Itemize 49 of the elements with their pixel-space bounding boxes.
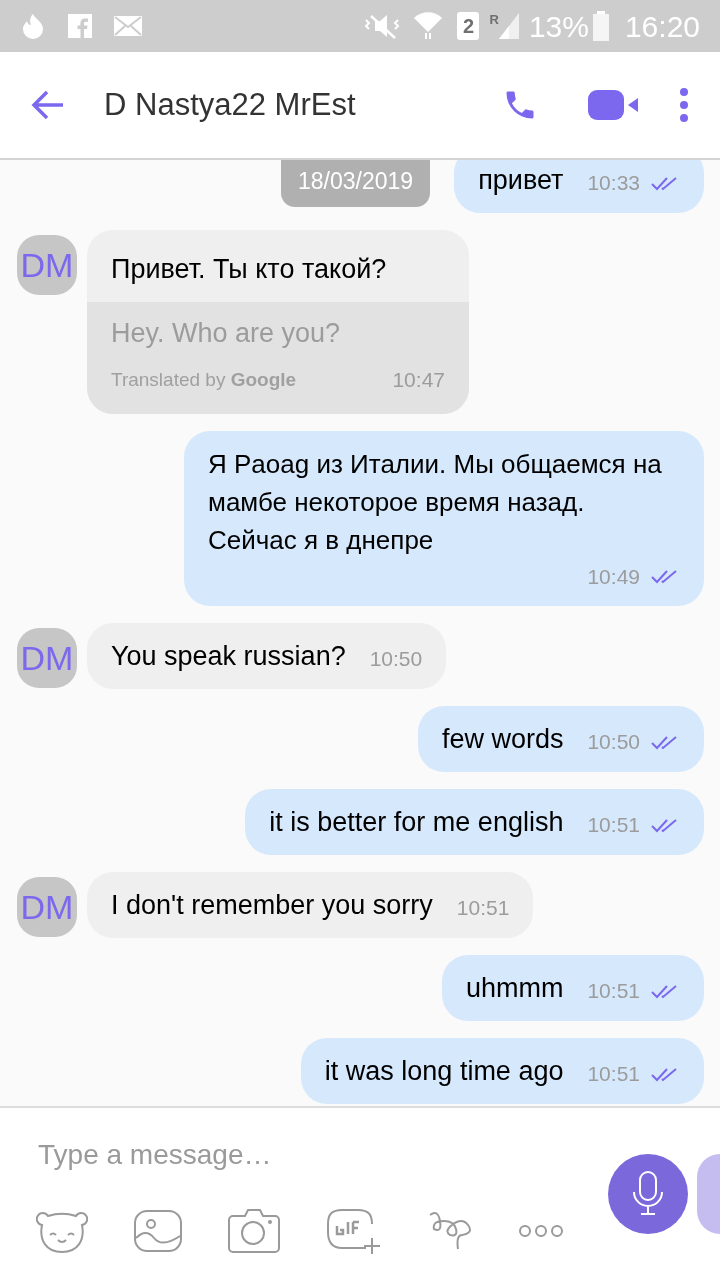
facebook-icon (68, 14, 92, 38)
message-text: Привет. Ты кто такой? (111, 254, 387, 284)
sent-message-bubble[interactable]: uhmmm 10:51 (441, 955, 704, 1021)
gif-icon[interactable] (326, 1208, 382, 1254)
message-time: 10:51 (587, 1061, 640, 1088)
message-time: 10:50 (369, 647, 423, 671)
microphone-icon (631, 1170, 665, 1218)
wifi-icon (413, 12, 444, 40)
mute-vibrate-icon (363, 12, 402, 40)
translation-credit: Translated by Google (111, 367, 297, 392)
doodle-icon[interactable] (428, 1211, 472, 1251)
message-text: it is better for me english (269, 806, 564, 839)
more-icon[interactable] (518, 1224, 564, 1238)
sent-message-bubble[interactable]: привет 10:33 (454, 160, 704, 213)
sent-message-bubble[interactable]: it is better for me english 10:51 (245, 789, 704, 855)
translated-text: Hey. Who are you? (111, 317, 342, 350)
message-time: 10:51 (587, 978, 640, 1005)
camera-icon[interactable] (228, 1208, 280, 1254)
message-time: 10:51 (587, 812, 640, 839)
mail-icon (114, 16, 142, 36)
gallery-icon[interactable] (134, 1210, 182, 1252)
received-message-bubble[interactable]: You speak russian? 10:50 (87, 623, 447, 689)
message-text: Я Paoag из Италии. Мы общаемся на мамбе некоторое время назад. Сейчас я в днепре (208, 447, 663, 557)
message-text: I don't remember you sorry (111, 889, 433, 922)
more-options-icon[interactable] (678, 87, 690, 123)
sent-message-bubble[interactable]: few words 10:50 (417, 706, 704, 772)
roaming-indicator: R (489, 13, 499, 26)
message-time: 10:47 (392, 367, 445, 393)
flame-icon (20, 12, 46, 40)
message-time: 10:50 (587, 729, 640, 756)
message-input[interactable]: Type a message… (38, 1134, 578, 1176)
message-text: uhmmm (465, 972, 564, 1005)
video-call-icon[interactable] (588, 88, 640, 122)
message-time: 10:33 (587, 170, 640, 197)
message-text: You speak russian? (111, 640, 346, 673)
sim-slot-badge: 2 (457, 12, 480, 40)
sent-message-bubble[interactable]: Я Paoag из Италии. Мы общаемся на мамбе некоторое время назад. Сейчас я в днепре 10:49 (184, 430, 704, 606)
round-button[interactable] (697, 1154, 720, 1234)
message-text: привет (478, 164, 564, 197)
battery-icon (592, 11, 609, 41)
received-message-bubble[interactable]: Привет. Ты кто такой? Hey. Who are you? Translated by Google 10:47 (87, 230, 469, 414)
date-label: 18/03/2019 (281, 160, 431, 207)
message-time: 10:49 (587, 563, 640, 590)
message-text: few words (441, 723, 564, 756)
signal-icon (498, 13, 519, 39)
sent-message-bubble[interactable]: it was long time ago 10:51 (300, 1038, 704, 1104)
message-time: 10:51 (456, 896, 510, 920)
received-message-bubble[interactable]: I don't remember you sorry 10:51 (87, 872, 534, 938)
message-text: it was long time ago (324, 1055, 564, 1088)
